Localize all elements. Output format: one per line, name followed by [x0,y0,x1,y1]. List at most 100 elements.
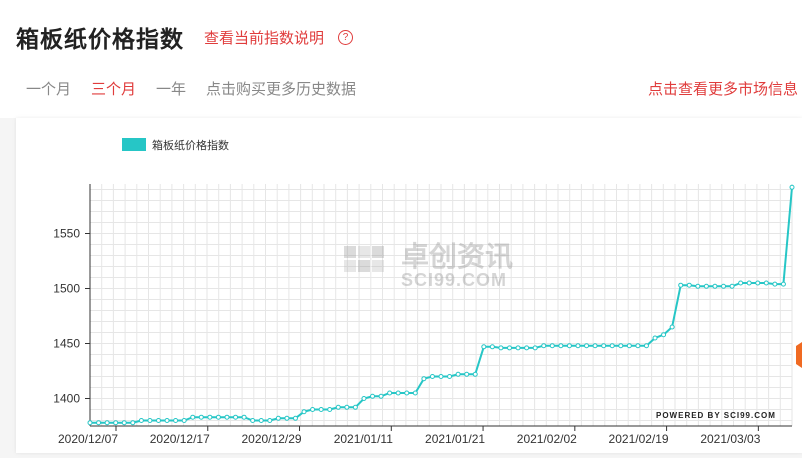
data-point [438,374,444,379]
data-point [652,335,658,341]
data-point [224,414,230,420]
watermark-logo-block [372,260,384,272]
data-point [421,376,427,382]
data-point [267,418,273,423]
watermark-logo-block [372,246,384,258]
data-point [464,371,470,377]
side-widget-icon [796,342,802,368]
data-point [686,282,692,288]
y-tick-label: 1550 [53,227,80,241]
data-point [738,280,744,286]
data-point [352,404,358,410]
data-point [721,283,727,289]
data-point [395,390,401,396]
data-point [763,280,769,286]
watermark-logo-block [344,260,356,272]
watermark-logo-block [358,260,370,272]
watermark: 卓创资讯 SCI99.COM [344,241,513,290]
chart-grid [89,184,793,426]
data-point [310,407,316,412]
data-point [387,390,393,396]
tab-one-month[interactable]: 一个月 [26,78,71,99]
data-point [755,280,761,286]
data-point [138,418,144,423]
watermark-cn: 卓创资讯 [401,241,513,272]
data-point [669,324,675,330]
x-tick-label: 2021/01/21 [425,432,485,446]
tab-three-months[interactable]: 三个月 [91,78,136,99]
data-point [515,345,521,351]
data-point [481,344,487,350]
data-point [678,282,684,288]
data-point [472,371,478,377]
index-explanation-link[interactable]: 查看当前指数说明 [204,27,324,48]
y-tick-label: 1450 [53,337,80,351]
data-point [130,420,136,426]
data-point [789,184,795,190]
data-point [780,281,786,287]
data-point [241,414,247,420]
data-point [301,409,307,415]
y-tick-label: 1500 [53,282,80,296]
data-point [96,420,102,426]
data-point [558,343,564,349]
data-point [250,418,256,423]
data-point [498,345,504,351]
data-point [327,407,333,412]
data-point [87,420,93,426]
data-point [404,390,410,396]
x-tick-label: 2020/12/17 [150,432,210,446]
question-circle-icon[interactable]: ? [338,29,354,45]
data-point [190,414,196,420]
x-tick-label: 2021/02/02 [517,432,577,446]
title-row: 箱板纸价格指数 查看当前指数说明 ? [16,20,354,54]
data-point [147,418,153,423]
x-tick-label: 2021/01/11 [334,432,393,446]
data-point [335,404,341,410]
data-point [584,343,590,349]
buy-history-data-link[interactable]: 点击购买更多历史数据 [206,78,356,99]
chart-axes: 1400 1450 1500 1550 2020/12/07 2020/12/17 2020… [53,184,792,446]
data-point [541,343,547,349]
data-point [275,415,281,421]
data-point [618,343,624,349]
data-point [489,344,495,350]
data-point [566,343,572,349]
data-point [155,418,161,423]
data-point [173,418,179,423]
data-point [284,415,290,421]
data-point [643,343,649,349]
x-tick-label: 2021/03/03 [700,432,760,446]
data-point [635,343,641,349]
y-tick-label: 1400 [53,392,80,406]
data-point [532,345,538,351]
price-index-chart: 卓创资讯 SCI99.COM POWERED BY SCI99.COM 1400… [53,138,802,446]
data-point [601,343,607,349]
data-point [258,418,264,423]
chart-card: 卓创资讯 SCI99.COM POWERED BY SCI99.COM 1400… [16,118,802,453]
data-point [164,418,170,423]
data-point [344,404,350,410]
data-point [370,393,376,399]
tab-one-year[interactable]: 一年 [156,78,186,99]
more-market-info-link[interactable]: 点击查看更多市场信息 [648,78,798,99]
data-point [104,420,110,426]
data-point [626,343,632,349]
data-point [207,414,213,420]
data-point [198,414,204,420]
data-point [121,420,127,426]
data-point [729,283,735,289]
data-point [215,414,221,420]
data-point [661,332,667,338]
data-point [455,371,461,377]
data-point [447,374,453,379]
x-tick-label: 2020/12/29 [241,432,301,446]
data-point [412,390,418,396]
watermark-logo-block [358,246,370,258]
data-point [181,418,187,423]
data-point [361,396,367,401]
watermark-en: SCI99.COM [401,270,507,290]
time-range-tabs: 一个月 三个月 一年 点击购买更多历史数据 [26,78,376,99]
data-point [429,374,435,379]
data-point [592,343,598,349]
